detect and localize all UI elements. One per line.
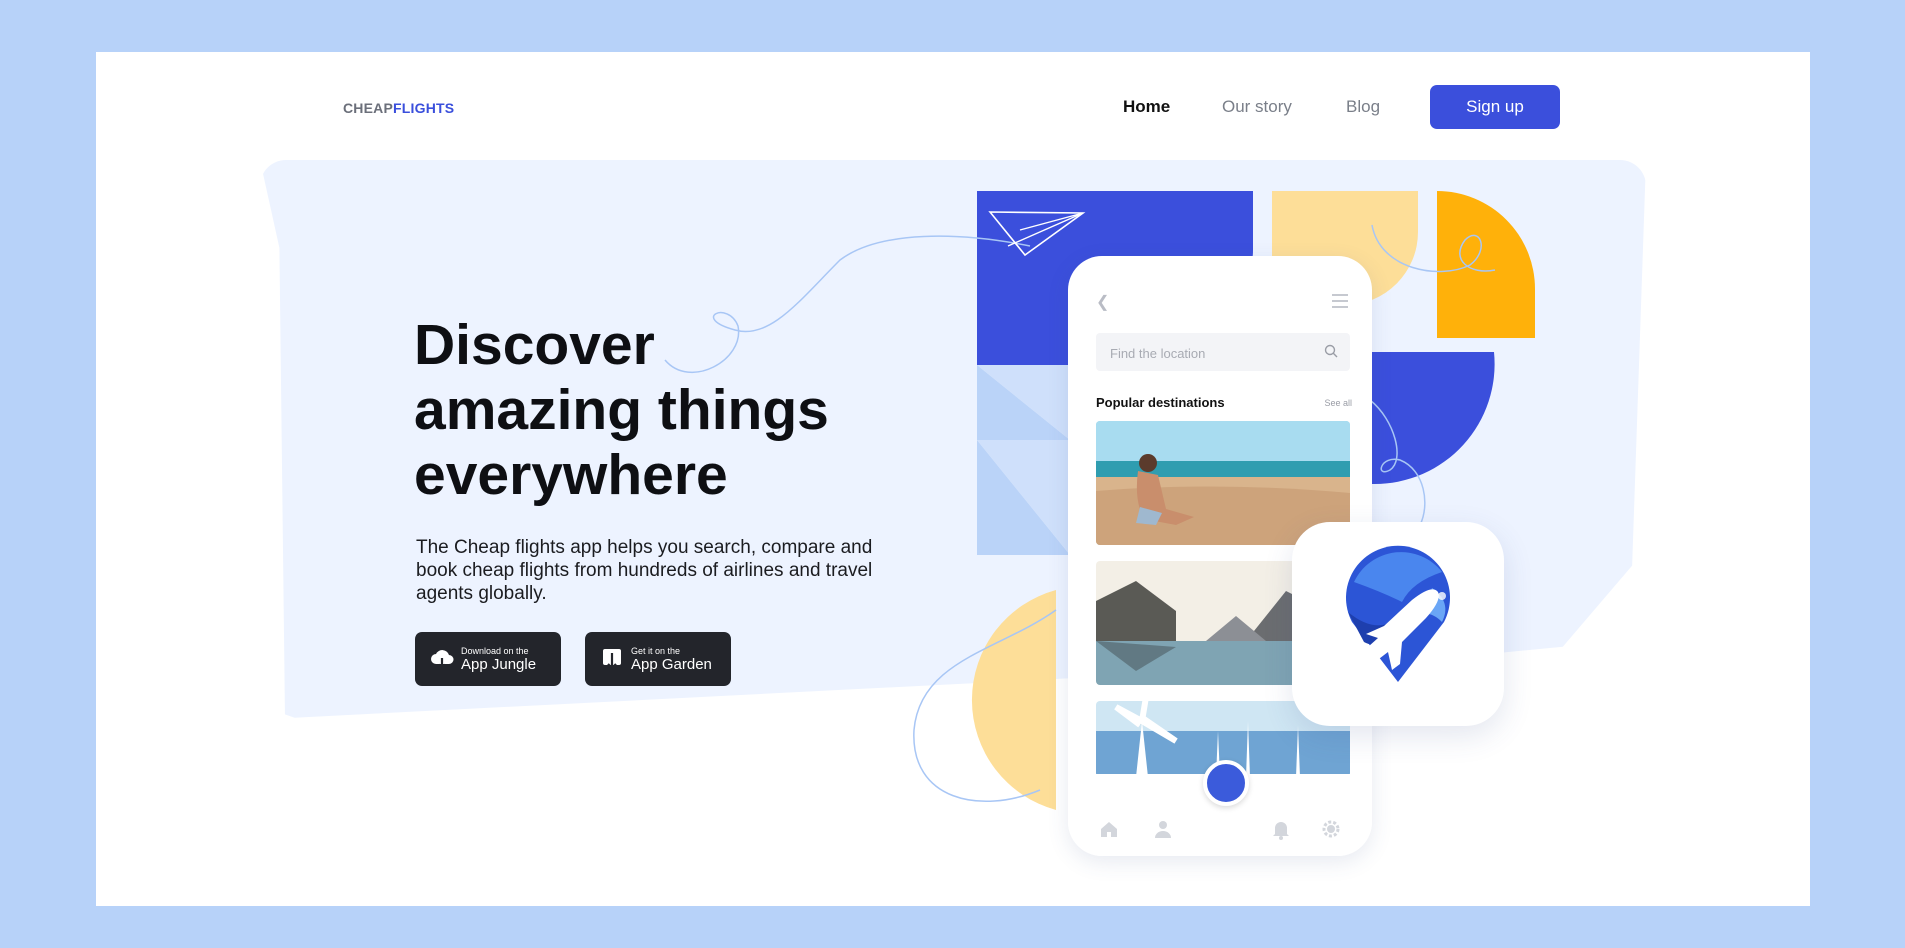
sign-up-button[interactable]: Sign up bbox=[1430, 85, 1560, 129]
location-search[interactable] bbox=[1096, 333, 1350, 373]
center-action-button[interactable] bbox=[1203, 760, 1249, 806]
bell-icon[interactable] bbox=[1270, 818, 1292, 840]
app-icon-tile bbox=[1292, 522, 1504, 726]
hero-description: The Cheap flights app helps you search, … bbox=[416, 537, 873, 604]
blue-arc-shape bbox=[1360, 352, 1495, 485]
search-icon[interactable] bbox=[1324, 344, 1338, 358]
menu-icon[interactable] bbox=[1332, 294, 1348, 312]
see-all-link[interactable]: See all bbox=[1324, 398, 1352, 408]
plane-pin-app-icon bbox=[1340, 545, 1450, 682]
headline-line-2: amazing things bbox=[414, 378, 829, 442]
gear-icon[interactable] bbox=[1320, 818, 1342, 840]
nav-home[interactable]: Home bbox=[1123, 97, 1170, 117]
headline-line-1: Discover bbox=[414, 313, 655, 377]
store-small-text: Get it on the bbox=[631, 645, 681, 656]
nav-blog[interactable]: Blog bbox=[1346, 97, 1380, 117]
back-chevron-icon[interactable]: ❮ bbox=[1096, 292, 1109, 312]
store-small-text: Download on the bbox=[461, 645, 529, 656]
brand-logo[interactable]: CHEAPFLIGHTS bbox=[343, 100, 454, 116]
cloud-download-icon bbox=[431, 650, 454, 670]
logo-text-cheap: CHEAP bbox=[343, 100, 394, 116]
headline-line-3: everywhere bbox=[414, 443, 728, 507]
download-box-icon bbox=[603, 649, 621, 670]
decorative-shapes bbox=[664, 191, 1535, 810]
orange-quarter-shape bbox=[1437, 191, 1535, 338]
blue-block-shape bbox=[977, 191, 1070, 365]
store-big-text: App Garden bbox=[631, 655, 712, 673]
bottom-tab-bar bbox=[1068, 760, 1372, 856]
logo-text-flights: FLIGHTS bbox=[393, 100, 455, 116]
hero-headline: Discover amazing things everywhere bbox=[414, 313, 934, 508]
store-big-text: App Jungle bbox=[461, 655, 537, 673]
nav-our-story[interactable]: Our story bbox=[1222, 97, 1292, 117]
yellow-halfcircle-shape bbox=[971, 590, 1056, 810]
home-icon[interactable] bbox=[1098, 818, 1120, 840]
search-input[interactable] bbox=[1096, 333, 1312, 373]
app-jungle-button[interactable]: Download on the App Jungle bbox=[415, 632, 561, 686]
user-icon[interactable] bbox=[1152, 818, 1174, 840]
app-garden-button[interactable]: Get it on the App Garden bbox=[585, 632, 731, 686]
section-title: Popular destinations bbox=[1096, 395, 1225, 410]
